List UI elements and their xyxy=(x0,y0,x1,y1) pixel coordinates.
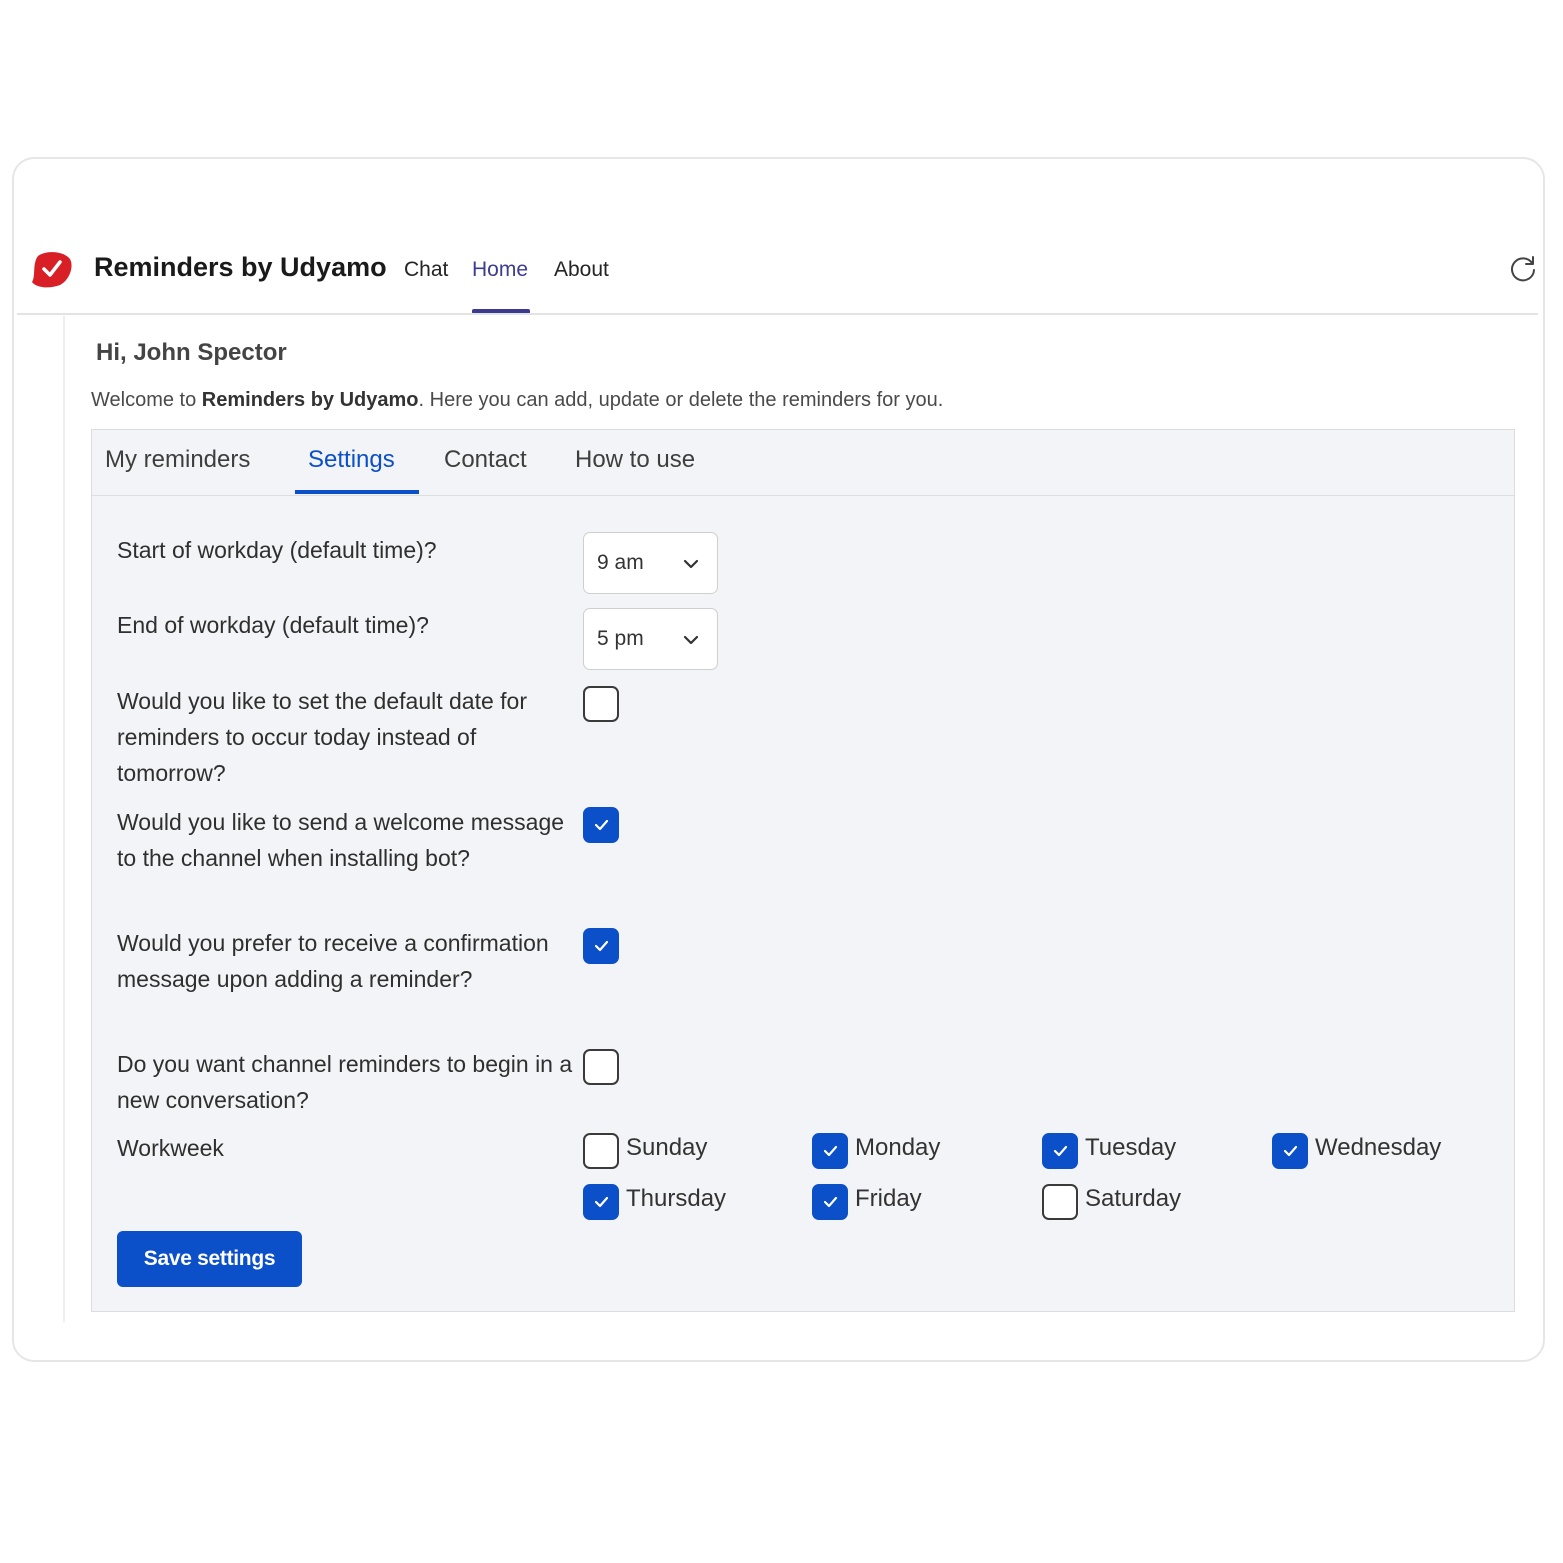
tab-how-to-use[interactable]: How to use xyxy=(575,446,695,474)
welcome-message-label: Would you like to send a welcome message… xyxy=(117,809,565,871)
confirmation-message-label: Would you prefer to receive a confirmati… xyxy=(117,930,549,992)
app-tab-chat[interactable]: Chat xyxy=(404,258,448,282)
tuesday-checkbox[interactable] xyxy=(1042,1133,1078,1169)
welcome-prefix: Welcome to xyxy=(91,389,202,411)
end-workday-label: End of workday (default time)? xyxy=(117,612,429,638)
tuesday-label: Tuesday xyxy=(1085,1134,1177,1161)
checkmark-icon xyxy=(1283,1145,1298,1157)
thursday-label: Thursday xyxy=(626,1185,727,1212)
app-tab-about[interactable]: About xyxy=(554,258,609,282)
left-rule xyxy=(63,316,65,1322)
wednesday-checkbox[interactable] xyxy=(1272,1133,1308,1169)
app-logo-icon xyxy=(32,252,72,288)
end-workday-select[interactable]: 5 pm xyxy=(583,608,718,670)
tab-my-reminders[interactable]: My reminders xyxy=(105,446,250,474)
checkmark-icon xyxy=(823,1145,838,1157)
sunday-label: Sunday xyxy=(626,1134,708,1161)
header-divider xyxy=(17,313,1538,315)
start-workday-select[interactable]: 9 am xyxy=(583,532,718,594)
monday-checkbox[interactable] xyxy=(812,1133,848,1169)
monday-label: Monday xyxy=(855,1134,941,1161)
tab-settings[interactable]: Settings xyxy=(308,446,395,474)
checkmark-icon xyxy=(594,940,609,952)
start-workday-label: Start of workday (default time)? xyxy=(117,537,437,563)
friday-checkbox[interactable] xyxy=(812,1184,848,1220)
tab-contact[interactable]: Contact xyxy=(444,446,527,474)
sunday-checkbox[interactable] xyxy=(583,1133,619,1169)
start-workday-value: 9 am xyxy=(597,551,644,574)
welcome-text: Welcome to Reminders by Udyamo. Here you… xyxy=(91,389,943,412)
friday-label: Friday xyxy=(855,1185,922,1212)
checkmark-icon xyxy=(594,819,609,831)
new-conversation-label: Do you want channel reminders to begin i… xyxy=(117,1051,573,1113)
app-tab-home[interactable]: Home xyxy=(472,258,528,282)
app-title: Reminders by Udyamo xyxy=(94,252,387,282)
saturday-checkbox[interactable] xyxy=(1042,1184,1078,1220)
greeting: Hi, John Spector xyxy=(96,339,287,366)
default-today-checkbox[interactable] xyxy=(583,686,619,722)
checkmark-icon xyxy=(594,1196,609,1208)
settings-panel: My reminders Settings Contact How to use… xyxy=(91,429,1515,1312)
workweek-label: Workweek xyxy=(117,1135,224,1161)
checkmark-icon xyxy=(1053,1145,1068,1157)
confirmation-message-checkbox[interactable] xyxy=(583,928,619,964)
chevron-down-icon xyxy=(683,635,699,645)
welcome-message-checkbox[interactable] xyxy=(583,807,619,843)
wednesday-label: Wednesday xyxy=(1315,1134,1442,1161)
welcome-app-name: Reminders by Udyamo xyxy=(201,389,419,411)
default-today-label: Would you like to set the default date f… xyxy=(117,688,527,786)
new-conversation-checkbox[interactable] xyxy=(583,1049,619,1085)
chevron-down-icon xyxy=(683,559,699,569)
tab-bar: My reminders Settings Contact How to use xyxy=(92,430,1514,496)
tab-active-indicator xyxy=(295,490,419,494)
welcome-suffix: . Here you can add, update or delete the… xyxy=(418,389,944,411)
thursday-checkbox[interactable] xyxy=(583,1184,619,1220)
saturday-label: Saturday xyxy=(1085,1185,1182,1212)
refresh-icon[interactable] xyxy=(1508,254,1538,284)
save-settings-button[interactable]: Save settings xyxy=(117,1231,302,1287)
checkmark-icon xyxy=(823,1196,838,1208)
end-workday-value: 5 pm xyxy=(597,627,644,650)
